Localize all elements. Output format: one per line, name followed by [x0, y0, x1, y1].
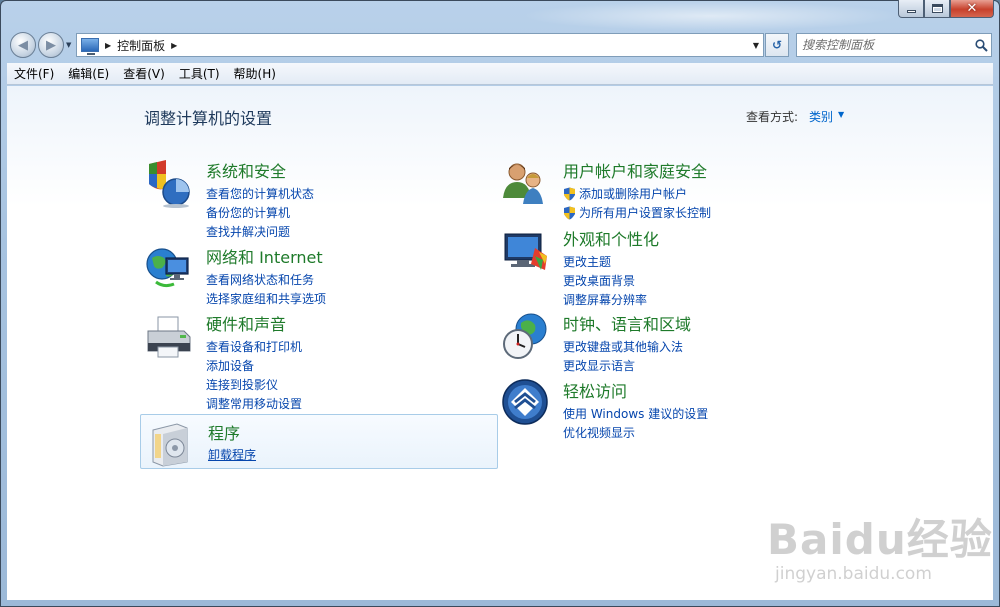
link-change-keyboard[interactable]: 更改键盘或其他输入法 — [563, 337, 683, 356]
caption-buttons: ✕ — [898, 0, 994, 18]
back-button[interactable]: ◀ — [10, 32, 36, 58]
category-links: 使用 Windows 建议的设置 优化视频显示 — [563, 404, 708, 442]
category-title[interactable]: 硬件和声音 — [206, 311, 286, 335]
category-links: 卸载程序 — [208, 445, 256, 464]
category-title[interactable]: 时钟、语言和区域 — [563, 311, 691, 335]
breadcrumb-chevron-icon[interactable]: ▶ — [105, 41, 111, 50]
link-devices-printers[interactable]: 查看设备和打印机 — [206, 337, 302, 356]
programs-box-icon[interactable] — [147, 418, 197, 468]
link-recommended-settings[interactable]: 使用 Windows 建议的设置 — [563, 404, 708, 423]
category-title[interactable]: 网络和 Internet — [206, 244, 323, 268]
forward-arrow-icon: ▶ — [46, 37, 56, 53]
close-button[interactable]: ✕ — [950, 0, 994, 18]
menu-file[interactable]: 文件(F) — [7, 65, 61, 82]
link-parental-controls[interactable]: 为所有用户设置家长控制 — [563, 203, 711, 222]
search-box[interactable] — [796, 33, 992, 57]
category-programs[interactable]: 程序 卸载程序 — [140, 414, 498, 469]
baidu-watermark: Baidu经验 jingyan.baidu.com — [767, 506, 993, 584]
minimize-icon — [906, 10, 916, 13]
uac-shield-icon — [563, 187, 576, 201]
address-dropdown-icon[interactable]: ▼ — [753, 41, 759, 50]
category-links: 查看网络状态和任务 选择家庭组和共享选项 — [206, 270, 326, 308]
category-clock-language-region: 时钟、语言和区域 更改键盘或其他输入法 更改显示语言 — [501, 311, 841, 373]
category-ease-of-access: 轻松访问 使用 Windows 建议的设置 优化视频显示 — [501, 378, 841, 440]
link-desktop-background[interactable]: 更改桌面背景 — [563, 271, 647, 290]
link-uninstall-program[interactable]: 卸载程序 — [208, 445, 256, 464]
link-label[interactable]: 为所有用户设置家长控制 — [579, 204, 711, 221]
address-bar[interactable]: ▶ 控制面板 ▶ ▼ — [76, 33, 764, 57]
maximize-icon — [931, 4, 943, 13]
category-user-accounts: 用户帐户和家庭安全 添加或删除用户帐户 为所有用户设置家长控制 — [501, 158, 841, 220]
category-links: 更改键盘或其他输入法 更改显示语言 — [563, 337, 683, 375]
category-title[interactable]: 用户帐户和家庭安全 — [563, 158, 707, 182]
menu-view[interactable]: 查看(V) — [116, 65, 172, 82]
link-add-remove-accounts[interactable]: 添加或删除用户帐户 — [563, 184, 711, 203]
link-display-language[interactable]: 更改显示语言 — [563, 356, 683, 375]
shield-chart-icon[interactable] — [144, 158, 194, 208]
view-by-arrow-icon[interactable]: ▼ — [838, 110, 844, 119]
menu-edit[interactable]: 编辑(E) — [61, 65, 116, 82]
close-icon: ✕ — [966, 1, 978, 16]
link-network-status[interactable]: 查看网络状态和任务 — [206, 270, 326, 289]
forward-button[interactable]: ▶ — [38, 32, 64, 58]
control-panel-icon — [81, 38, 99, 55]
category-title[interactable]: 外观和个性化 — [563, 226, 659, 250]
search-icon[interactable] — [971, 35, 991, 55]
menu-help[interactable]: 帮助(H) — [227, 65, 283, 82]
breadcrumb-chevron-icon[interactable]: ▶ — [171, 41, 177, 50]
clock-globe-icon[interactable] — [501, 311, 551, 361]
link-label[interactable]: 添加或删除用户帐户 — [579, 185, 687, 202]
minimize-button[interactable] — [898, 0, 924, 18]
maximize-button[interactable] — [924, 0, 950, 18]
monitor-paint-icon[interactable] — [501, 226, 551, 276]
printer-icon[interactable] — [144, 311, 194, 361]
ease-of-access-icon[interactable] — [501, 378, 551, 428]
menu-bar: 文件(F) 编辑(E) 查看(V) 工具(T) 帮助(H) — [7, 63, 993, 85]
view-by-label: 查看方式: — [746, 110, 799, 124]
category-system-security: 系统和安全 查看您的计算机状态 备份您的计算机 查找并解决问题 — [144, 158, 484, 241]
refresh-button[interactable]: ↺ — [765, 33, 789, 57]
users-icon[interactable] — [501, 158, 551, 208]
uac-shield-icon — [563, 206, 576, 220]
view-by-dropdown[interactable]: 类别 — [809, 108, 833, 125]
category-links: 添加或删除用户帐户 为所有用户设置家长控制 — [563, 184, 711, 222]
category-links: 查看您的计算机状态 备份您的计算机 查找并解决问题 — [206, 184, 314, 241]
link-homegroup-sharing[interactable]: 选择家庭组和共享选项 — [206, 289, 326, 308]
breadcrumb-control-panel[interactable]: 控制面板 — [117, 37, 165, 54]
link-screen-resolution[interactable]: 调整屏幕分辨率 — [563, 290, 647, 309]
recent-pages-dropdown[interactable]: ▼ — [66, 41, 71, 49]
navigation-bar: ◀ ▶ ▼ ▶ 控制面板 ▶ ▼ ↺ — [8, 30, 992, 60]
link-backup-computer[interactable]: 备份您的计算机 — [206, 203, 314, 222]
watermark-logo: Baidu经验 — [767, 515, 993, 564]
category-links: 查看设备和打印机 添加设备 连接到投影仪 调整常用移动设置 — [206, 337, 302, 413]
link-troubleshoot[interactable]: 查找并解决问题 — [206, 222, 314, 241]
link-connect-projector[interactable]: 连接到投影仪 — [206, 375, 302, 394]
link-add-device[interactable]: 添加设备 — [206, 356, 302, 375]
category-network-internet: 网络和 Internet 查看网络状态和任务 选择家庭组和共享选项 — [144, 244, 484, 306]
category-links: 更改主题 更改桌面背景 调整屏幕分辨率 — [563, 252, 647, 309]
search-input[interactable] — [797, 35, 971, 55]
content-pane: 调整计算机的设置 查看方式: 类别 ▼ 系统和安全 查看您的计算机状态 备份您的… — [7, 86, 993, 600]
link-mobility-settings[interactable]: 调整常用移动设置 — [206, 394, 302, 413]
menu-tools[interactable]: 工具(T) — [172, 65, 227, 82]
category-title[interactable]: 程序 — [208, 420, 240, 444]
category-appearance: 外观和个性化 更改主题 更改桌面背景 调整屏幕分辨率 — [501, 226, 841, 307]
link-optimize-visual-display[interactable]: 优化视频显示 — [563, 423, 708, 442]
refresh-icon: ↺ — [771, 38, 783, 52]
globe-network-icon[interactable] — [144, 244, 194, 294]
back-arrow-icon: ◀ — [18, 37, 28, 53]
watermark-url: jingyan.baidu.com — [775, 564, 932, 584]
category-title[interactable]: 轻松访问 — [563, 378, 627, 402]
page-title: 调整计算机的设置 — [144, 109, 273, 128]
category-hardware-sound: 硬件和声音 查看设备和打印机 添加设备 连接到投影仪 调整常用移动设置 — [144, 311, 484, 411]
link-change-theme[interactable]: 更改主题 — [563, 252, 647, 271]
link-view-computer-status[interactable]: 查看您的计算机状态 — [206, 184, 314, 203]
category-title[interactable]: 系统和安全 — [206, 158, 286, 182]
